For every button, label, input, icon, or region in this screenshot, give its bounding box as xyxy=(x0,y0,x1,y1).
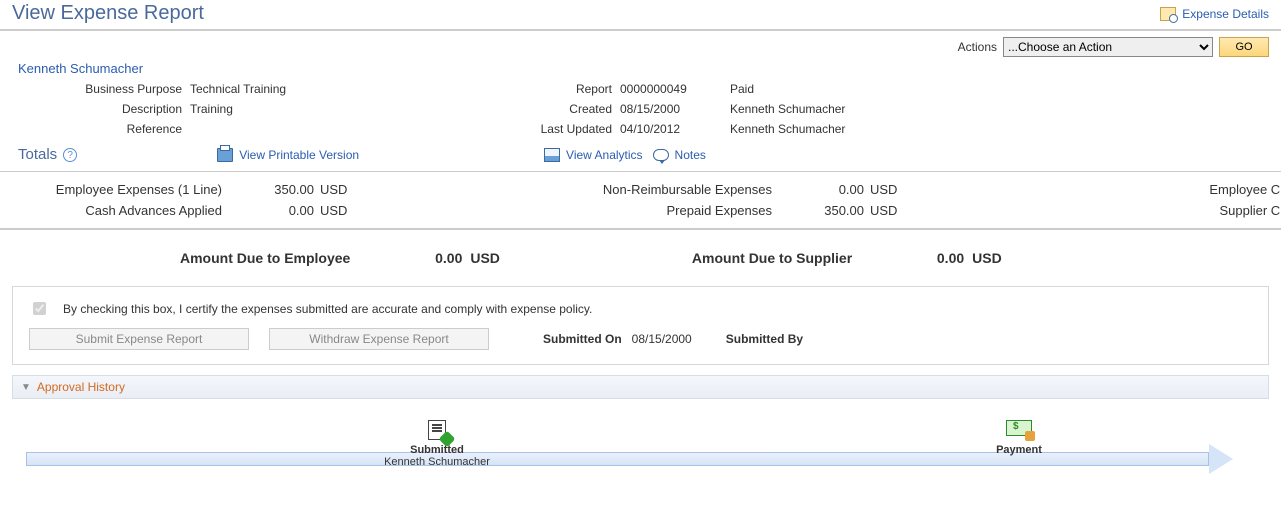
report-status: Paid xyxy=(730,82,910,96)
prepaid-amount: 350.00 xyxy=(780,203,870,218)
help-icon[interactable]: ? xyxy=(63,148,77,162)
employee-expenses-currency: USD xyxy=(320,182,370,197)
created-by: Kenneth Schumacher xyxy=(730,102,910,116)
employee-expenses-amount: 350.00 xyxy=(230,182,320,197)
workflow-payment-caption: Payment xyxy=(974,444,1064,456)
cash-advances-label: Cash Advances Applied xyxy=(0,203,230,218)
document-check-icon xyxy=(428,420,446,440)
created-value: 08/15/2000 xyxy=(620,102,730,116)
withdraw-expense-button: Withdraw Expense Report xyxy=(269,328,489,350)
workflow-submitted-caption: Submitted xyxy=(372,444,502,456)
report-label: Report xyxy=(430,82,620,96)
employee-expenses-label: Employee Expenses (1 Line) xyxy=(0,182,230,197)
employee-name-link[interactable]: Kenneth Schumacher xyxy=(0,61,1281,82)
cash-advances-currency: USD xyxy=(320,203,370,218)
prepaid-currency: USD xyxy=(870,203,920,218)
prepaid-label: Prepaid Expenses xyxy=(550,203,780,218)
printer-icon xyxy=(217,148,233,162)
notes-link[interactable]: Notes xyxy=(653,148,706,162)
nonreimbursable-amount: 0.00 xyxy=(780,182,870,197)
page-title: View Expense Report xyxy=(12,2,204,25)
workflow-submitted-sub: Kenneth Schumacher xyxy=(372,456,502,468)
workflow-diagram: Submitted Kenneth Schumacher Payment xyxy=(12,434,1269,504)
actions-label: Actions xyxy=(958,40,997,54)
totals-title: Totals xyxy=(18,146,57,163)
nonreimbursable-label: Non-Reimbursable Expenses xyxy=(550,182,780,197)
description-value: Training xyxy=(190,102,430,116)
expense-details-link[interactable]: Expense Details xyxy=(1160,7,1269,21)
submit-expense-button: Submit Expense Report xyxy=(29,328,249,350)
description-label: Description xyxy=(0,102,190,116)
certify-text: By checking this box, I certify the expe… xyxy=(63,302,592,316)
last-updated-label: Last Updated xyxy=(430,122,620,136)
workflow-node-payment: Payment xyxy=(974,420,1064,456)
expense-details-label: Expense Details xyxy=(1182,7,1269,21)
payment-icon xyxy=(1006,420,1032,436)
cash-advances-amount: 0.00 xyxy=(230,203,320,218)
last-updated-by: Kenneth Schumacher xyxy=(730,122,910,136)
due-supplier-currency: USD xyxy=(972,250,1002,266)
view-printable-label: View Printable Version xyxy=(239,148,359,162)
certify-box: By checking this box, I certify the expe… xyxy=(12,286,1269,365)
analytics-icon xyxy=(544,148,560,162)
view-analytics-link[interactable]: View Analytics xyxy=(544,148,642,162)
workflow-node-submitted: Submitted Kenneth Schumacher xyxy=(372,420,502,468)
supplier-credits-label: Supplier Credits xyxy=(1100,203,1281,218)
due-supplier-label: Amount Due to Supplier xyxy=(692,250,852,266)
submitted-by-label: Submitted By xyxy=(726,332,803,346)
employee-credits-label: Employee Credits xyxy=(1100,182,1281,197)
actions-select[interactable]: ...Choose an Action xyxy=(1003,37,1213,57)
certify-checkbox xyxy=(33,302,46,315)
arrow-head-icon xyxy=(1209,444,1233,474)
due-supplier-amount: 0.00 xyxy=(852,250,972,266)
approval-history-header[interactable]: ▼ Approval History xyxy=(12,375,1269,399)
due-employee-amount: 0.00 xyxy=(350,250,470,266)
created-label: Created xyxy=(430,102,620,116)
notes-icon xyxy=(653,149,669,161)
business-purpose-value: Technical Training xyxy=(190,82,430,96)
due-employee-label: Amount Due to Employee xyxy=(180,250,350,266)
go-button[interactable]: GO xyxy=(1219,37,1269,57)
reference-value xyxy=(190,122,430,136)
approval-history-title: Approval History xyxy=(37,380,125,394)
notes-label: Notes xyxy=(675,148,706,162)
due-employee-currency: USD xyxy=(470,250,500,266)
collapse-icon: ▼ xyxy=(21,382,31,393)
view-printable-link[interactable]: View Printable Version xyxy=(217,148,359,162)
expense-details-icon xyxy=(1160,7,1176,21)
reference-label: Reference xyxy=(0,122,190,136)
business-purpose-label: Business Purpose xyxy=(0,82,190,96)
submitted-on-value: 08/15/2000 xyxy=(632,332,692,346)
submitted-on-label: Submitted On xyxy=(543,332,622,346)
report-value: 0000000049 xyxy=(620,82,730,96)
nonreimbursable-currency: USD xyxy=(870,182,920,197)
last-updated-value: 04/10/2012 xyxy=(620,122,730,136)
view-analytics-label: View Analytics xyxy=(566,148,642,162)
